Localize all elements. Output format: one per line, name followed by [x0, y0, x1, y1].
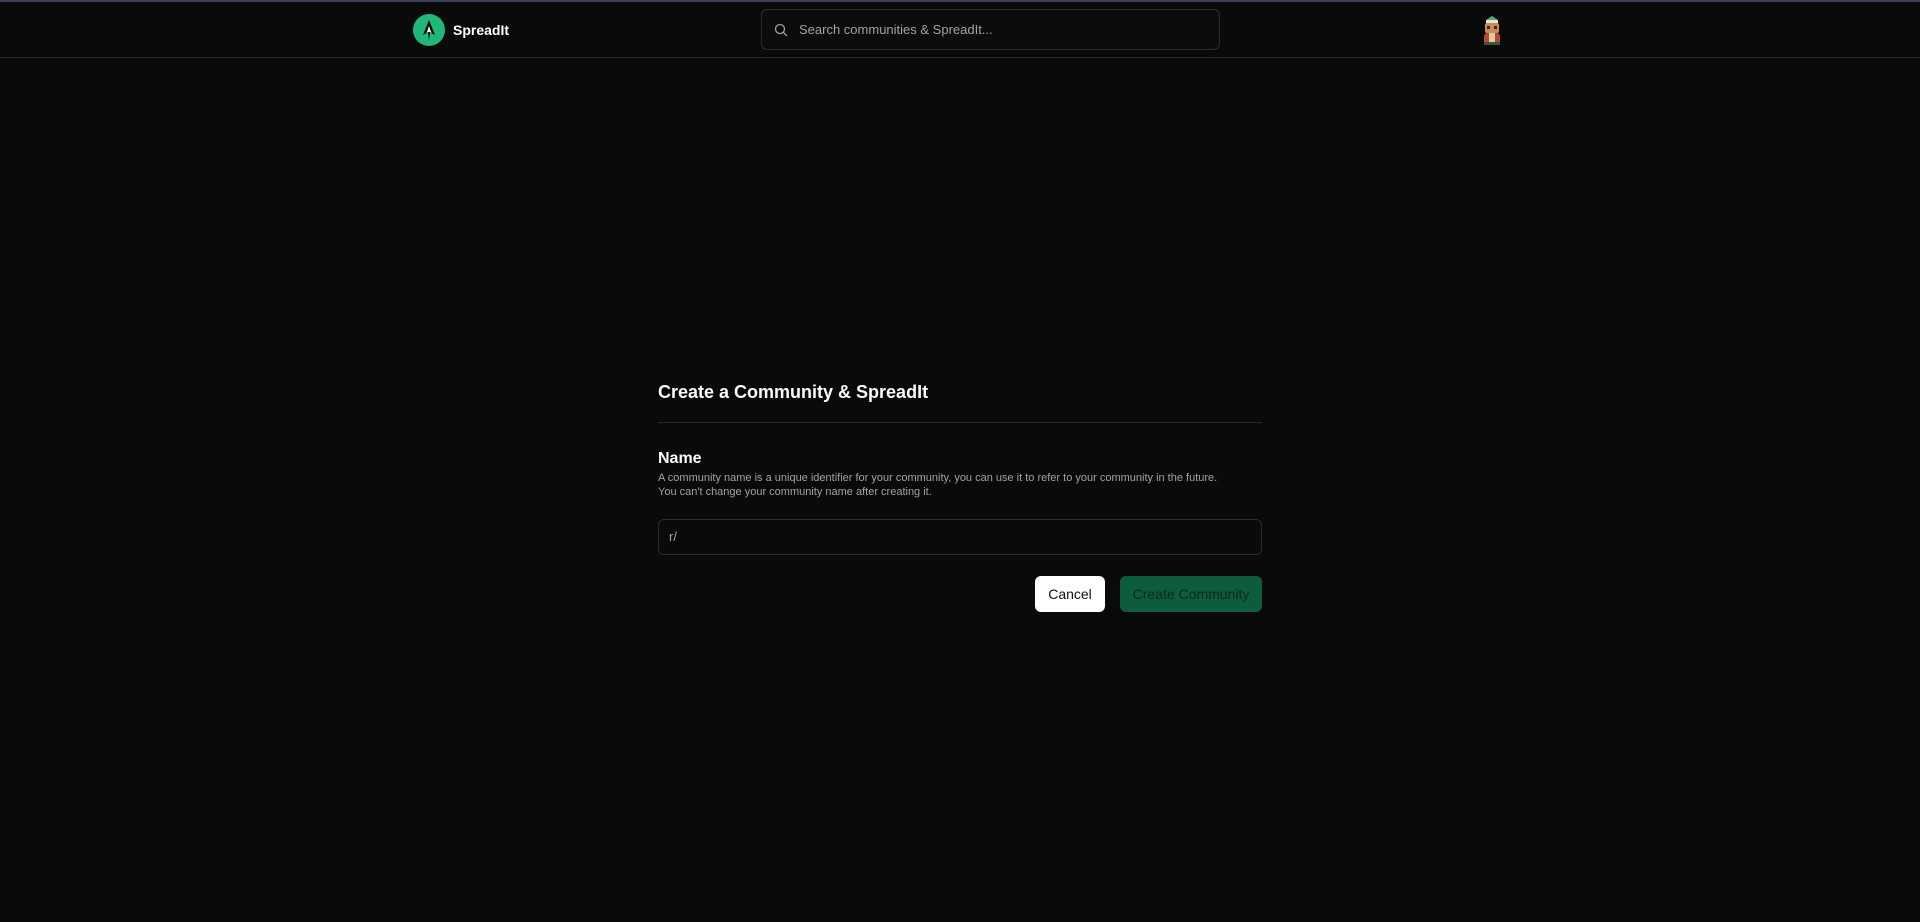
form-actions: Cancel Create Community: [658, 576, 1262, 612]
name-prefix: r/: [669, 529, 677, 544]
divider: [658, 422, 1262, 423]
page-title: Create a Community & SpreadIt: [658, 382, 929, 402]
name-help-line-1: A community name is a unique identifier …: [658, 472, 1218, 484]
search-icon: [773, 22, 789, 38]
create-community-form: Create a Community & SpreadIt Name A com…: [658, 380, 1262, 612]
brand-home-link[interactable]: SpreadIt: [413, 14, 509, 46]
user-avatar[interactable]: [1480, 16, 1504, 46]
search-input[interactable]: [797, 21, 1201, 38]
community-name-input[interactable]: [683, 520, 1257, 556]
brand-name: SpreadIt: [453, 22, 510, 38]
name-help-text: A community name is a unique identifier …: [658, 471, 1262, 499]
name-help-line-2: You can't change your community name aft…: [658, 486, 932, 498]
search-bar[interactable]: [761, 9, 1220, 50]
create-community-button[interactable]: Create Community: [1120, 576, 1262, 612]
spreadit-logo-icon: [413, 14, 445, 46]
cancel-button[interactable]: Cancel: [1035, 576, 1105, 612]
community-name-field[interactable]: r/: [658, 519, 1262, 556]
navbar: SpreadIt: [0, 2, 1920, 58]
name-label: Name: [658, 450, 702, 467]
